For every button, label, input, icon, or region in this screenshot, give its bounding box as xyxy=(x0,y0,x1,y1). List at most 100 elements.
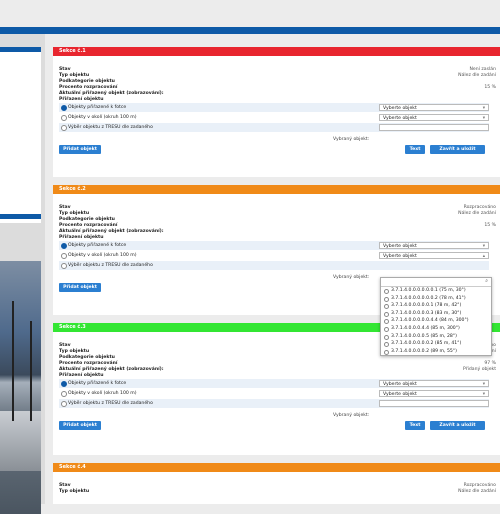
select-placeholder: Vyberte objekt xyxy=(383,106,417,111)
radio[interactable] xyxy=(61,253,67,259)
radio[interactable] xyxy=(61,263,67,269)
dropdown-item-label: 3.7.1.4.0.0.0.0.5 (85 m, 28°) xyxy=(391,333,457,339)
radio[interactable] xyxy=(384,334,389,340)
dropdown-item[interactable]: 3.7.1.4.0.0.0.0.0.0.1 (75 m, 30°) xyxy=(381,287,491,295)
chevron-up-icon: ▴ xyxy=(482,254,485,259)
radio[interactable] xyxy=(384,311,389,317)
radio[interactable] xyxy=(384,289,389,294)
radio[interactable] xyxy=(61,125,67,131)
radio[interactable] xyxy=(384,319,389,325)
chevron-down-icon: ▾ xyxy=(482,244,485,249)
section-4: Sekce č.4 Stav Rozpracováno Typ objektu Ná… xyxy=(53,463,500,504)
select-placeholder: Vyberte objekt xyxy=(383,116,417,121)
dropdown-item[interactable]: 3.7.1.4.0.0.0.0.0.4.4 (84 m, 300°) xyxy=(381,317,491,325)
object-select[interactable]: Vyberte objekt ▾ xyxy=(379,104,489,111)
dropdown-item-label: 3.7.1.4.0.0.0.0.2 (89 m, 55°) xyxy=(391,348,457,354)
text-button[interactable]: Text xyxy=(405,421,425,430)
dropdown-item[interactable]: 3.7.1.4.0.0.0.0.0.3 (83 m, 30°) xyxy=(381,310,491,318)
option-photo-objects[interactable]: Objekty přiřazené k fotce Vyberte objekt ▾ xyxy=(59,103,489,112)
dropdown-search-input[interactable]: ⌕ xyxy=(381,278,491,287)
option-label: Výběr objektu z TRESU dle zadaného xyxy=(68,125,153,130)
selected-object-label: Vybraný objekt: xyxy=(333,275,370,280)
chevron-down-icon: ▾ xyxy=(482,382,485,387)
object-select[interactable]: Vyberte objekt ▾ xyxy=(379,242,489,249)
option-tres-objects[interactable]: Výběr objektu z TRESU dle zadaného xyxy=(59,261,489,270)
radio-selected[interactable] xyxy=(61,243,67,249)
dropdown-list: 3.7.1.4.0.0.0.0.0.0.1 (75 m, 30°) 3.7.1.4… xyxy=(381,287,491,355)
dropdown-item[interactable]: 3.7.1.4.0.0.0.0.5 (85 m, 28°) xyxy=(381,333,491,341)
section-1: Sekce č.1 Stav Není zaslán Typ objektu Nál… xyxy=(53,47,500,177)
radio[interactable] xyxy=(384,326,389,332)
dropdown-item-label: 3.7.1.4.0.0.0.0.0.0.1 (75 m, 30°) xyxy=(391,288,466,293)
select-placeholder: Vyberte objekt xyxy=(383,382,417,387)
radio-selected[interactable] xyxy=(61,105,67,111)
option-label: Objekty v okolí (okruh 100 m) xyxy=(68,115,137,120)
select-placeholder: Vyberte objekt xyxy=(383,254,417,259)
dropdown-item[interactable]: 3.7.1.4.0.0.0.0.0.1 (78 m, 42°) xyxy=(381,302,491,310)
option-label: Výběr objektu z TRESU dle zadaného xyxy=(68,401,153,406)
dropdown-item-label: 3.7.1.4.0.0.0.0.0.3 (83 m, 30°) xyxy=(391,310,462,316)
option-tres-objects[interactable]: Výběr objektu z TRESU dle zadaného xyxy=(59,399,489,408)
option-label: Výběr objektu z TRESU dle zadaného xyxy=(68,263,153,268)
row-value: Nález dle zadání xyxy=(458,489,496,494)
option-label: Objekty přiřazené k fotce xyxy=(68,381,127,386)
object-select-open[interactable]: Vyberte objekt ▴ xyxy=(379,252,489,259)
select-placeholder: Vyberte objekt xyxy=(383,244,417,249)
row-label: Typ objektu xyxy=(59,489,90,494)
dropdown-item[interactable]: 3.7.1.4.0.0.0.0.0.2 (85 m, 41°) xyxy=(381,340,491,348)
radio[interactable] xyxy=(61,401,67,407)
section-header: Sekce č.4 xyxy=(53,463,500,472)
search-icon: ⌕ xyxy=(485,278,488,284)
object-select[interactable]: Vyberte objekt ▾ xyxy=(379,380,489,387)
section-header: Sekce č.2 xyxy=(53,185,500,194)
selected-object-label: Vybraný objekt: xyxy=(333,137,370,142)
radio[interactable] xyxy=(384,349,389,355)
radio[interactable] xyxy=(61,115,67,121)
object-select[interactable]: Vyberte objekt ▾ xyxy=(379,114,489,121)
dropdown-item[interactable]: 3.7.1.4.0.0.0.4.4 (85 m, 300°) xyxy=(381,325,491,333)
save-close-button[interactable]: Zavřít a uložit xyxy=(430,145,485,154)
chevron-down-icon: ▾ xyxy=(482,106,485,111)
dropdown-item[interactable]: 3.7.1.4.0.0.0.0.2 (89 m, 55°) xyxy=(381,348,491,356)
row-typ: Typ objektu Nález dle zadání xyxy=(59,489,496,495)
section-header: Sekce č.1 xyxy=(53,47,500,56)
left-card-header xyxy=(0,214,41,219)
dropdown-item-label: 3.7.1.4.0.0.0.0.0.2 (85 m, 41°) xyxy=(391,341,462,347)
option-photo-objects[interactable]: Objekty přiřazené k fotce Vyberte objekt ▾ xyxy=(59,379,489,388)
radio[interactable] xyxy=(384,342,389,348)
option-nearby-objects[interactable]: Objekty v okolí (okruh 100 m) Vyberte obj… xyxy=(59,251,489,260)
text-button[interactable]: Text xyxy=(405,145,425,154)
tres-input[interactable] xyxy=(379,400,489,407)
nearby-objects-dropdown[interactable]: ⌕ 3.7.1.4.0.0.0.0.0.0.1 (75 m, 30°) 3.7.1… xyxy=(380,277,492,357)
option-label: Objekty přiřazené k fotce xyxy=(68,243,127,248)
radio[interactable] xyxy=(384,304,389,310)
add-object-button[interactable]: Přidat objekt xyxy=(59,421,101,430)
radio[interactable] xyxy=(384,296,389,302)
object-select[interactable]: Vyberte objekt ▾ xyxy=(379,390,489,397)
select-placeholder: Vyberte objekt xyxy=(383,392,417,397)
add-object-button[interactable]: Přidat objekt xyxy=(59,283,101,292)
add-object-button[interactable]: Přidat objekt xyxy=(59,145,101,154)
option-photo-objects[interactable]: Objekty přiřazené k fotce Vyberte objekt ▾ xyxy=(59,241,489,250)
photo-pole xyxy=(30,321,32,421)
option-tres-objects[interactable]: Výběr objektu z TRESU dle zadaného xyxy=(59,123,489,132)
photo-road xyxy=(0,411,41,471)
radio-selected[interactable] xyxy=(61,381,67,387)
dropdown-item-label: 3.7.1.4.0.0.0.0.0.1 (78 m, 42°) xyxy=(391,303,462,309)
save-close-button[interactable]: Zavřít a uložit xyxy=(430,421,485,430)
radio[interactable] xyxy=(61,391,67,397)
option-nearby-objects[interactable]: Objekty v okolí (okruh 100 m) Vyberte obj… xyxy=(59,389,489,398)
left-card-2 xyxy=(0,214,41,223)
option-nearby-objects[interactable]: Objekty v okolí (okruh 100 m) Vyberte obj… xyxy=(59,113,489,122)
option-label: Objekty přiřazené k fotce xyxy=(68,105,127,110)
top-nav-bar xyxy=(0,27,500,34)
dropdown-item[interactable]: 3.7.1.4.0.0.0.0.0.0.2 (78 m, 41°) xyxy=(381,295,491,303)
selected-object-label: Vybraný objekt: xyxy=(333,413,370,418)
tres-input[interactable] xyxy=(379,124,489,131)
chevron-down-icon: ▾ xyxy=(482,392,485,397)
photo-pole xyxy=(12,301,14,421)
dropdown-item-label: 3.7.1.4.0.0.0.0.0.0.2 (78 m, 41°) xyxy=(391,295,466,301)
left-card-header xyxy=(0,47,41,52)
photo-preview[interactable] xyxy=(0,261,41,514)
left-card xyxy=(0,47,41,222)
